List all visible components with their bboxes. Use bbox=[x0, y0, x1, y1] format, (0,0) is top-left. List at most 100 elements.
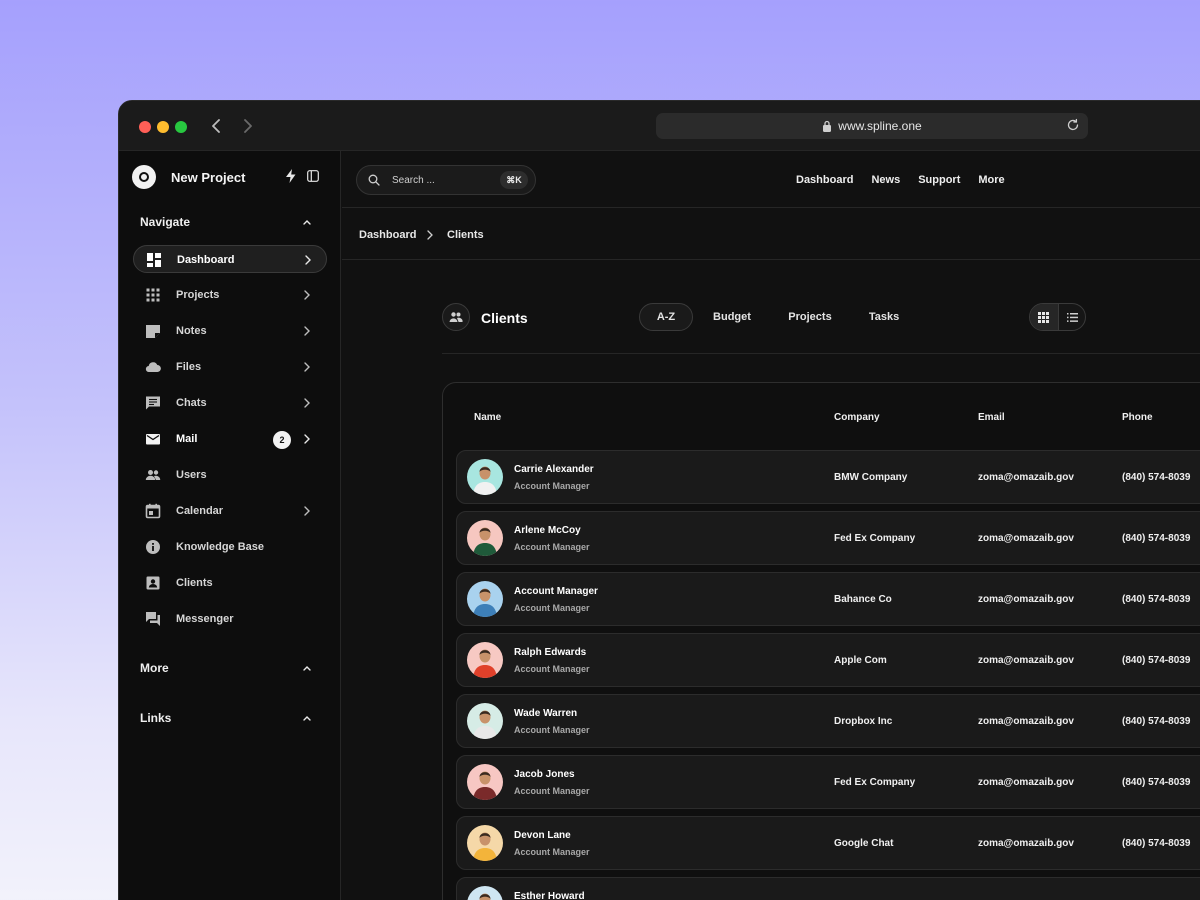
chevron-up-icon[interactable] bbox=[302, 663, 312, 673]
reload-icon[interactable] bbox=[1066, 118, 1080, 132]
table-row[interactable]: Wade Warren Account Manager Dropbox Inc zom… bbox=[456, 694, 1200, 748]
sidebar-item-notes[interactable]: Notes bbox=[133, 317, 327, 345]
sidebar-item-label: Clients bbox=[176, 577, 213, 589]
sidebar-item-files[interactable]: Files bbox=[133, 353, 327, 381]
cloud-icon bbox=[145, 362, 161, 373]
sidebar-item-calendar[interactable]: Calendar bbox=[133, 497, 327, 525]
contact-icon bbox=[146, 576, 160, 590]
clients-header: Clients A-Z Budget Projects Tasks bbox=[442, 302, 1200, 354]
sidebar-item-users[interactable]: Users bbox=[133, 461, 327, 489]
client-phone: (840) 574-8039 bbox=[1122, 472, 1191, 483]
client-name: Jacob Jones bbox=[514, 769, 575, 780]
client-email: zoma@omazaib.gov bbox=[978, 838, 1074, 849]
sidebar-item-label: Projects bbox=[176, 289, 220, 301]
close-window-button[interactable] bbox=[139, 121, 151, 133]
client-name: Devon Lane bbox=[514, 830, 571, 841]
column-header-phone[interactable]: Phone bbox=[1122, 412, 1153, 423]
client-name: Esther Howard bbox=[514, 891, 585, 900]
sidebar-item-label: Messenger bbox=[176, 613, 234, 625]
view-mode-toggle bbox=[1029, 303, 1086, 331]
tab-projects[interactable]: Projects bbox=[782, 303, 838, 331]
client-company: Dropbox Inc bbox=[834, 716, 893, 727]
client-company: Apple Com bbox=[834, 655, 887, 666]
messenger-icon bbox=[146, 612, 160, 626]
maximize-window-button[interactable] bbox=[175, 121, 187, 133]
sidebar-item-projects[interactable]: Projects bbox=[133, 281, 327, 309]
client-phone: (840) 574-8039 bbox=[1122, 594, 1191, 605]
address-bar[interactable]: www.spline.one bbox=[656, 113, 1088, 139]
client-company: Bahance Co bbox=[834, 594, 892, 605]
grid-icon bbox=[146, 288, 160, 302]
links-section-heading[interactable]: Links bbox=[140, 711, 171, 725]
sidebar-item-clients[interactable]: Clients bbox=[133, 569, 327, 597]
users-icon bbox=[449, 312, 463, 322]
table-row[interactable]: Esther Howard bbox=[456, 877, 1200, 900]
table-row[interactable]: Account Manager Account Manager Bahance Co… bbox=[456, 572, 1200, 626]
top-nav-news[interactable]: News bbox=[871, 174, 900, 186]
client-email: zoma@omazaib.gov bbox=[978, 533, 1074, 544]
table-row[interactable]: Jacob Jones Account Manager Fed Ex Company… bbox=[456, 755, 1200, 809]
breadcrumb: Dashboard Clients bbox=[342, 209, 1200, 260]
column-header-company[interactable]: Company bbox=[834, 412, 880, 423]
avatar bbox=[467, 581, 503, 617]
sidebar-item-label: Calendar bbox=[176, 505, 224, 517]
title-bar: www.spline.one bbox=[119, 101, 1200, 151]
more-section-heading[interactable]: More bbox=[140, 661, 169, 675]
top-nav-dashboard[interactable]: Dashboard bbox=[796, 174, 853, 186]
sidebar-item-messenger[interactable]: Messenger bbox=[133, 605, 327, 633]
breadcrumb-parent[interactable]: Dashboard bbox=[359, 229, 416, 241]
sidebar-item-chats[interactable]: Chats bbox=[133, 389, 327, 417]
chevron-up-icon[interactable] bbox=[302, 217, 312, 227]
sidebar-item-mail[interactable]: Mail 2 bbox=[133, 425, 327, 453]
client-email: zoma@omazaib.gov bbox=[978, 594, 1074, 605]
unread-count-badge: 2 bbox=[273, 431, 291, 449]
tab-budget[interactable]: Budget bbox=[707, 303, 757, 331]
minimize-window-button[interactable] bbox=[157, 121, 169, 133]
sidebar-item-knowledge-base[interactable]: Knowledge Base bbox=[133, 533, 327, 561]
column-header-email[interactable]: Email bbox=[978, 412, 1005, 423]
navigate-section-heading[interactable]: Navigate bbox=[140, 215, 190, 229]
client-phone: (840) 574-8039 bbox=[1122, 716, 1191, 727]
avatar bbox=[467, 764, 503, 800]
url-text: www.spline.one bbox=[838, 119, 922, 133]
table-row[interactable]: Carrie Alexander Account Manager BMW Compa… bbox=[456, 450, 1200, 504]
search-input[interactable]: Search ... ⌘K bbox=[356, 165, 536, 195]
column-header-name[interactable]: Name bbox=[474, 412, 501, 423]
bolt-icon[interactable] bbox=[285, 169, 297, 183]
note-icon bbox=[146, 325, 160, 338]
grid-view-icon bbox=[1038, 312, 1049, 323]
top-nav-more[interactable]: More bbox=[978, 174, 1004, 186]
sidebar-toggle-icon[interactable] bbox=[307, 170, 319, 182]
clients-icon-button[interactable] bbox=[442, 303, 470, 331]
page-title: Clients bbox=[481, 310, 528, 326]
project-title[interactable]: New Project bbox=[171, 170, 245, 185]
grid-view-button[interactable] bbox=[1030, 304, 1058, 330]
client-email: zoma@omazaib.gov bbox=[978, 655, 1074, 666]
table-row[interactable]: Ralph Edwards Account Manager Apple Com zom… bbox=[456, 633, 1200, 687]
table-row[interactable]: Arlene McCoy Account Manager Fed Ex Compan… bbox=[456, 511, 1200, 565]
forward-arrow-icon[interactable] bbox=[237, 115, 257, 137]
sidebar-item-dashboard[interactable]: Dashboard bbox=[133, 245, 327, 273]
list-view-button[interactable] bbox=[1058, 304, 1085, 330]
client-email: zoma@omazaib.gov bbox=[978, 716, 1074, 727]
top-nav-support[interactable]: Support bbox=[918, 174, 960, 186]
app-logo[interactable] bbox=[132, 165, 156, 189]
chevron-up-icon[interactable] bbox=[302, 713, 312, 723]
back-arrow-icon[interactable] bbox=[207, 115, 227, 137]
users-icon bbox=[145, 470, 161, 480]
table-row[interactable]: Devon Lane Account Manager Google Chat zoma… bbox=[456, 816, 1200, 870]
sidebar: New Project Navigate Dashboard Projects … bbox=[119, 151, 341, 900]
avatar bbox=[467, 459, 503, 495]
tab-a-z[interactable]: A-Z bbox=[639, 303, 693, 331]
avatar bbox=[467, 642, 503, 678]
client-role: Account Manager bbox=[514, 603, 590, 613]
sidebar-item-label: Users bbox=[176, 469, 207, 481]
calendar-icon bbox=[145, 503, 161, 519]
client-name: Carrie Alexander bbox=[514, 464, 594, 475]
search-placeholder: Search ... bbox=[392, 175, 435, 186]
clients-table: Name Company Email Phone Carrie Alexande… bbox=[442, 382, 1200, 900]
client-name: Ralph Edwards bbox=[514, 647, 587, 658]
tab-tasks[interactable]: Tasks bbox=[860, 303, 908, 331]
client-role: Account Manager bbox=[514, 847, 590, 857]
client-company: Google Chat bbox=[834, 838, 894, 849]
